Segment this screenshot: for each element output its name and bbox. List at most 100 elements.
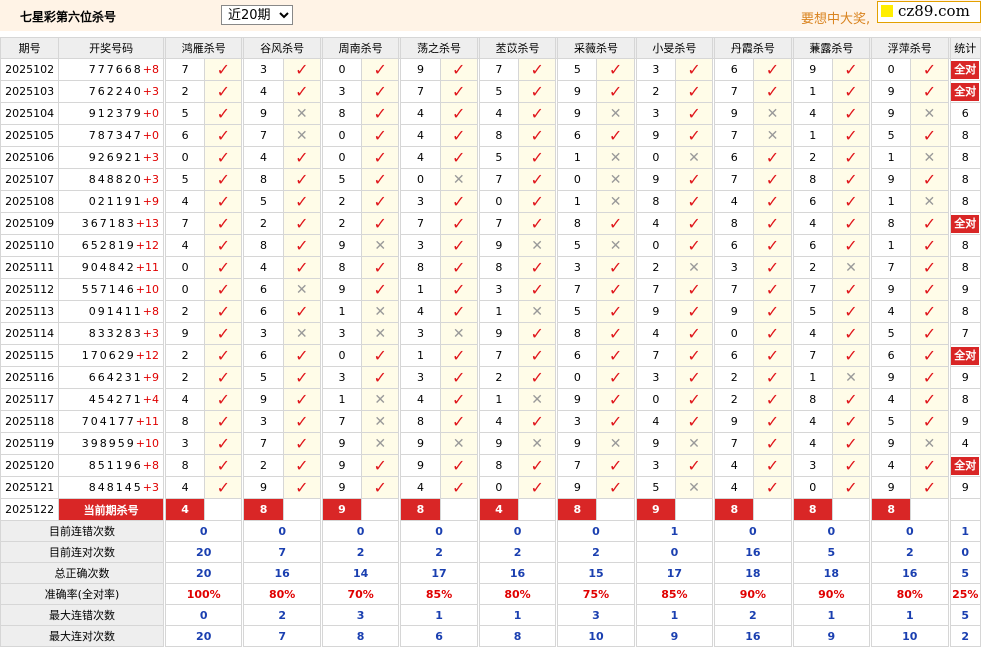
- kill-number-cell: 6: [243, 278, 284, 301]
- stats-value: 0: [557, 520, 635, 542]
- check-icon: ✓: [844, 389, 858, 409]
- header-expert[interactable]: 鸿雁杀号: [164, 37, 243, 59]
- kill-number-cell: 9: [243, 476, 284, 499]
- header-expert[interactable]: 苤苡杀号: [478, 37, 557, 59]
- draw-number: 851196: [88, 459, 143, 472]
- draw-number: 091411: [88, 305, 143, 318]
- promo-text[interactable]: 要想中大奖,: [801, 8, 870, 27]
- kill-number-cell: 8: [164, 410, 206, 433]
- check-icon: ✓: [451, 191, 466, 211]
- result-cell: ✓: [361, 146, 400, 169]
- cross-icon: ✕: [531, 391, 543, 408]
- result-cell: ✕: [596, 432, 635, 455]
- result-cell: ✓: [596, 454, 635, 477]
- cross-icon: ✕: [609, 105, 622, 122]
- result-cell: ✓: [439, 124, 478, 147]
- kill-number-cell: 4: [400, 124, 441, 147]
- result-cell: ✓: [361, 58, 400, 81]
- check-icon: ✓: [765, 433, 780, 453]
- kill-number-cell: 7: [557, 454, 598, 477]
- result-cell: ✓: [518, 454, 557, 477]
- check-icon: ✓: [765, 477, 780, 497]
- kill-number-cell: 3: [635, 366, 676, 389]
- kill-number-cell: 1: [871, 234, 912, 257]
- draw-cell: 091411+8: [58, 300, 164, 323]
- header-expert[interactable]: 周南杀号: [321, 37, 400, 59]
- result-cell: ✓: [204, 366, 243, 389]
- header-expert[interactable]: 小旻杀号: [635, 37, 714, 59]
- table-row: 2025110 652819+12 4 ✓ 8 ✓ 9 ✕ 3 ✓ 9 ✕ 5 ✕ 0 ✓ 6 ✓ 6 ✓ 1 ✓ 8: [0, 234, 981, 257]
- kill-number-cell: 8: [321, 102, 363, 125]
- kill-number-cell: 4: [714, 190, 755, 213]
- header-expert[interactable]: 荡之杀号: [400, 37, 478, 59]
- stats-value: 1: [635, 520, 714, 542]
- cross-icon: ✕: [845, 259, 857, 276]
- kill-number-cell: 9: [164, 322, 206, 345]
- result-cell: ✕: [518, 234, 557, 257]
- stats-value: 20: [164, 625, 243, 647]
- header-expert[interactable]: 丹霞杀号: [714, 37, 792, 59]
- cross-icon: ✕: [531, 303, 543, 320]
- table-row: 2025102 777668+8 7 ✓ 3 ✓ 0 ✓ 9 ✓ 7 ✓ 5 ✓ 3 ✓ 6 ✓ 9 ✓ 0 ✓ 全对: [0, 58, 981, 81]
- header-expert[interactable]: 蒹露杀号: [792, 37, 871, 59]
- kill-number-cell: 0: [164, 256, 206, 279]
- draw-number: 454271: [88, 393, 143, 406]
- result-cell: ✓: [674, 168, 714, 191]
- period-cell: 2025105: [0, 124, 60, 147]
- kill-number-cell: 6: [714, 58, 755, 81]
- site-logo[interactable]: cz89.com: [877, 1, 981, 23]
- check-icon: ✓: [530, 169, 544, 189]
- stats-value: 8: [478, 625, 557, 647]
- kill-number-cell: 2: [792, 256, 833, 279]
- stats-row: 准确率(全对率) 100% 80% 70% 85% 80% 75% 85% 90% 90% 80% 2…: [0, 583, 981, 605]
- period-cell: 2025108: [0, 190, 60, 213]
- period-select[interactable]: 近20期: [221, 5, 293, 25]
- kill-number-cell: 4: [871, 300, 912, 323]
- table-row: 2025121 848145+3 4 ✓ 9 ✓ 9 ✓ 4 ✓ 0 ✓ 9 ✓ 5 ✕ 4 ✓ 0 ✓ 9 ✓ 9: [0, 476, 981, 499]
- kill-number-cell: 3: [792, 454, 833, 477]
- kill-number-cell: 2: [714, 366, 755, 389]
- result-cell: ✓: [596, 58, 635, 81]
- cross-icon: ✕: [531, 435, 543, 452]
- kill-number-cell: 0: [321, 146, 363, 169]
- all-correct-badge: 全对: [951, 456, 980, 475]
- kill-number-cell: 5: [557, 234, 598, 257]
- kill-number-cell: 7: [792, 344, 833, 367]
- current-kill-number: 8: [400, 498, 441, 521]
- kill-number-cell: 2: [792, 146, 833, 169]
- check-icon: ✓: [451, 59, 466, 79]
- result-cell: ✕: [282, 322, 321, 345]
- stats-value: 18: [714, 562, 792, 584]
- check-icon: ✓: [295, 59, 309, 79]
- current-empty-cell: [910, 498, 949, 521]
- header-expert[interactable]: 浮萍杀号: [871, 37, 949, 59]
- draw-sum: +8: [142, 305, 159, 318]
- check-icon: ✓: [295, 257, 309, 277]
- header-expert[interactable]: 谷风杀号: [243, 37, 321, 59]
- draw-sum: +3: [142, 481, 159, 494]
- result-cell: ✓: [518, 168, 557, 191]
- kill-number-cell: 7: [478, 168, 520, 191]
- result-cell: ✕: [674, 146, 714, 169]
- check-icon: ✓: [922, 455, 937, 475]
- cross-icon: ✕: [295, 127, 308, 144]
- kill-number-cell: 2: [243, 454, 284, 477]
- kill-number-cell: 2: [321, 190, 363, 213]
- cross-icon: ✕: [688, 435, 700, 452]
- current-kill-number: 8: [243, 498, 284, 521]
- kill-number-cell: 1: [557, 190, 598, 213]
- draw-number: 848820: [88, 173, 143, 186]
- header-expert[interactable]: 采薇杀号: [557, 37, 635, 59]
- kill-number-cell: 9: [321, 476, 363, 499]
- header-period: 期号: [0, 37, 60, 59]
- cross-icon: ✕: [374, 325, 387, 342]
- stats-total: 2: [949, 625, 981, 647]
- check-icon: ✓: [765, 169, 780, 189]
- all-correct-badge: 全对: [951, 82, 980, 101]
- kill-number-cell: 5: [557, 300, 598, 323]
- check-icon: ✓: [373, 191, 387, 211]
- result-cell: ✓: [282, 58, 321, 81]
- result-cell: ✓: [910, 344, 949, 367]
- check-icon: ✓: [922, 345, 937, 365]
- check-icon: ✓: [295, 169, 309, 189]
